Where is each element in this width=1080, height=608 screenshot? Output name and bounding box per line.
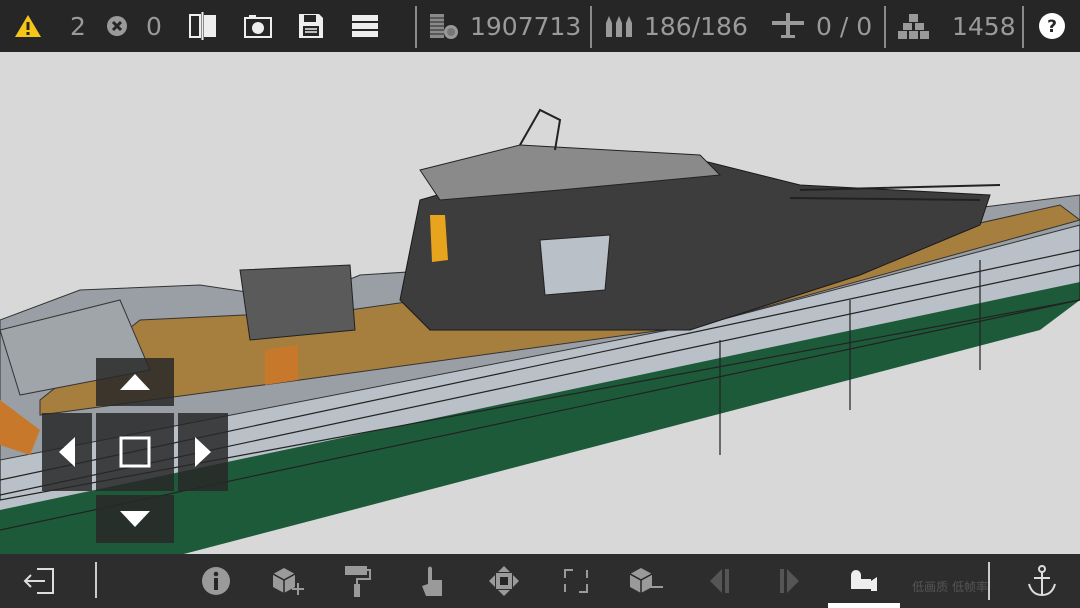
- pan-down-button[interactable]: [96, 495, 174, 543]
- paint-button[interactable]: [338, 562, 378, 600]
- error-icon: [107, 16, 127, 36]
- ammo-icon: [606, 16, 632, 37]
- step-back-icon: [710, 569, 729, 593]
- coins-icon: [430, 14, 458, 39]
- pan-up-button[interactable]: [96, 358, 174, 406]
- divider: [1022, 6, 1024, 48]
- center-view-button[interactable]: [96, 413, 174, 491]
- select-button[interactable]: [412, 562, 452, 600]
- divider: [95, 562, 97, 598]
- menu-button[interactable]: [352, 0, 378, 52]
- paint-roller-icon: [345, 566, 371, 597]
- blocks-icon: [898, 14, 929, 39]
- step-forward-icon: [780, 569, 799, 593]
- save-button[interactable]: [298, 0, 324, 52]
- aircraft-indicator: 0 / 0: [770, 0, 872, 52]
- anchor-button[interactable]: [1022, 562, 1062, 600]
- arrow-left-icon: [59, 437, 75, 467]
- mirror-icon: [189, 12, 216, 40]
- bottom-toolbar: 低画质 低帧率: [0, 554, 1080, 608]
- exit-icon: [23, 568, 54, 594]
- watermark-text: 低画质 低帧率: [912, 580, 988, 594]
- pan-right-button[interactable]: [178, 413, 228, 491]
- help-icon: ?: [1039, 13, 1065, 39]
- info-button[interactable]: [196, 562, 236, 600]
- airplane-icon: [772, 13, 804, 38]
- ammo-value: 186/186: [644, 11, 748, 41]
- svg-text:?: ?: [1047, 17, 1057, 37]
- resize-button[interactable]: [556, 562, 596, 600]
- remove-cube-icon: [629, 568, 663, 593]
- exit-button[interactable]: [20, 562, 60, 600]
- move-button[interactable]: [484, 562, 524, 600]
- arrow-right-icon: [195, 437, 211, 467]
- save-icon: [299, 14, 323, 38]
- divider: [884, 6, 886, 48]
- resize-icon: [564, 569, 588, 593]
- video-camera-icon: [851, 570, 877, 591]
- redo-button[interactable]: [770, 562, 810, 600]
- add-block-button[interactable]: [268, 562, 308, 600]
- camera-icon: [244, 15, 272, 38]
- arrow-down-icon: [120, 511, 150, 527]
- ammo-indicator: 186/186: [604, 0, 748, 52]
- warnings-indicator[interactable]: 2: [14, 0, 86, 52]
- anchor-icon: [1028, 565, 1056, 597]
- cost-indicator: 1907713: [428, 0, 581, 52]
- remove-block-button[interactable]: [626, 562, 666, 600]
- menu-icon: [352, 15, 378, 37]
- add-cube-icon: [272, 568, 304, 595]
- warnings-count: 2: [70, 11, 86, 41]
- camera-mode-button[interactable]: [844, 562, 884, 600]
- info-icon: [202, 567, 230, 595]
- mirror-button[interactable]: [188, 0, 218, 52]
- errors-indicator[interactable]: 0: [106, 0, 162, 52]
- pan-left-button[interactable]: [42, 413, 92, 491]
- blocks-value: 1458: [952, 11, 1016, 41]
- undo-button[interactable]: [700, 562, 740, 600]
- warning-icon: [15, 15, 41, 37]
- divider: [415, 6, 417, 48]
- divider: [988, 562, 990, 600]
- divider: [590, 6, 592, 48]
- active-tab-indicator: [828, 603, 900, 608]
- move-arrows-icon: [489, 566, 519, 596]
- errors-count: 0: [146, 11, 162, 41]
- cost-value: 1907713: [470, 11, 582, 41]
- top-toolbar: 2 0 1907713 186/186 0 / 0 1458 ?: [0, 0, 1080, 52]
- aircraft-value: 0 / 0: [816, 11, 873, 41]
- help-button[interactable]: ?: [1038, 0, 1066, 52]
- screenshot-button[interactable]: [243, 0, 273, 52]
- hand-pointer-icon: [422, 566, 442, 596]
- blocks-indicator: 1458: [898, 0, 1016, 52]
- arrow-up-icon: [120, 374, 150, 390]
- square-icon: [119, 436, 151, 468]
